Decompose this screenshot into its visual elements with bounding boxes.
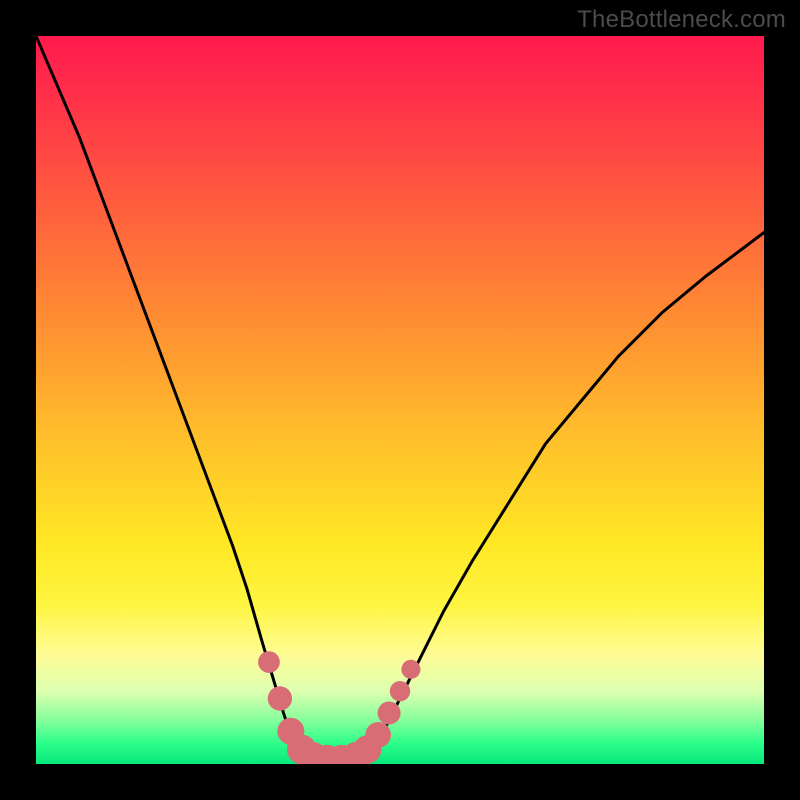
curve-marker	[401, 660, 420, 679]
plot-area	[36, 36, 764, 764]
bottleneck-curve	[36, 36, 764, 760]
curve-path	[36, 36, 764, 760]
curve-marker	[378, 702, 401, 725]
curve-marker	[390, 681, 410, 701]
curve-markers	[258, 651, 420, 764]
curve-marker	[268, 686, 292, 710]
curve-marker	[365, 722, 391, 748]
curve-marker	[258, 651, 280, 673]
chart-frame: TheBottleneck.com	[0, 0, 800, 800]
watermark-text: TheBottleneck.com	[577, 6, 786, 34]
chart-svg	[36, 36, 764, 764]
